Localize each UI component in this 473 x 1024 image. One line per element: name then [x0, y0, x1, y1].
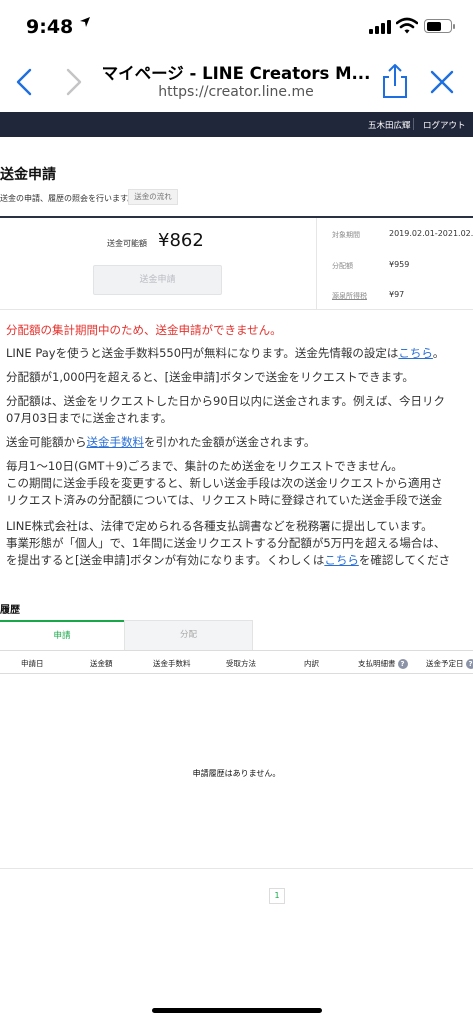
home-indicator[interactable]	[152, 1008, 322, 1013]
fee-text-1: 送金可能額から	[6, 435, 87, 449]
tab-requests[interactable]: 申請	[0, 620, 124, 650]
fee-text-2: を引かれた金額が送金されます。	[144, 435, 316, 449]
column-scheduled-date-label: 送金予定日	[426, 659, 464, 668]
column-statement-label: 支払明細書	[358, 659, 396, 668]
distribution-label: 分配額	[332, 262, 353, 270]
transfer-fee-link[interactable]: 送金手数料	[87, 435, 145, 449]
period-label: 対象期間	[332, 231, 360, 239]
tax-line-3-end: を確認してくださ	[358, 553, 451, 567]
schedule-paragraph: 分配額は、送金をリクエストした日から90日以内に送金されます。例えば、今日リク …	[6, 393, 445, 427]
browser-url[interactable]: https://creator.line.me	[100, 84, 372, 100]
pagination-divider	[0, 868, 473, 869]
period-line-1: 毎月1〜10日(GMT＋9)ごろまで、集計のため送金をリクエストできません。	[6, 459, 403, 473]
period-paragraph: 毎月1〜10日(GMT＋9)ごろまで、集計のため送金をリクエストできません。 こ…	[6, 458, 443, 509]
back-button[interactable]	[10, 64, 40, 100]
withholding-tax-value: ¥97	[389, 290, 405, 299]
line-pay-end: 。	[432, 346, 445, 360]
tax-line-1: LINE株式会社は、法律で定められる各種支払調書などを税務署に提出しています。	[6, 519, 433, 533]
user-name[interactable]: 五木田広輝	[368, 119, 411, 131]
column-amount: 送金額	[90, 659, 113, 668]
summary-divider	[316, 218, 317, 310]
help-icon[interactable]: ?	[397, 659, 408, 669]
tax-line-3: を提出すると[送金申請]ボタンが有効になります。くわしくはこちらを確認してくださ	[6, 552, 450, 569]
line-pay-paragraph: LINE Payを使うと送金手数料550円が無料になります。送金先情報の設定はこ…	[6, 345, 444, 362]
status-time: 9:48	[26, 16, 74, 38]
close-icon[interactable]	[430, 70, 454, 94]
withholding-tax-link[interactable]: 源泉所得税	[332, 291, 367, 301]
period-line-2: この期間に送金手段を変更すると、新しい送金手段は次の送金リクエストから適用さ	[6, 476, 443, 490]
browser-toolbar: マイページ - LINE Creators M... https://creat…	[0, 52, 473, 112]
column-statement: 支払明細書?	[358, 658, 408, 669]
column-fee: 送金手数料	[153, 659, 191, 668]
battery-icon	[424, 19, 455, 33]
help-icon[interactable]: ?	[465, 659, 473, 669]
transfer-summary: 送金可能額 ¥862 送金申請 対象期間 2019.02.01-2021.02.…	[0, 218, 473, 310]
cellular-signal-icon	[369, 20, 391, 34]
notice-message: 分配額の集計期間中のため、送金申請ができません。	[6, 323, 282, 337]
browser-page-title: マイページ - LINE Creators M...	[101, 64, 371, 83]
page-title: 送金申請	[0, 167, 56, 183]
tax-line-2: 事業形態が「個人」で、1年間に送金リクエストする分配額が5万円を超える場合は、	[6, 536, 446, 550]
available-amount-label: 送金可能額	[107, 239, 147, 248]
period-line-3: リクエスト済みの分配額については、リクエスト時に登録されていた送金手段で送金	[6, 493, 443, 507]
location-arrow-icon	[79, 16, 91, 32]
fee-paragraph: 送金可能額から送金手数料を引かれた金額が送金されます。	[6, 434, 315, 451]
available-amount-value: ¥862	[158, 230, 204, 251]
line-pay-text: LINE Payを使うと送金手数料550円が無料になります。送金先情報の設定は	[6, 346, 399, 360]
period-value: 2019.02.01-2021.02.	[389, 229, 473, 238]
transfer-flow-button[interactable]: 送金の流れ	[128, 189, 178, 205]
schedule-line-1: 分配額は、送金をリクエストした日から90日以内に送金されます。例えば、今日リク	[6, 394, 445, 408]
forward-button[interactable]	[58, 64, 88, 100]
schedule-line-2: 07月03日までに送金されます。	[6, 411, 173, 425]
tax-paragraph: LINE株式会社は、法律で定められる各種支払調書などを税務署に提出しています。 …	[6, 518, 450, 569]
tab-distributions[interactable]: 分配	[124, 620, 253, 650]
history-title: 履歴	[0, 605, 20, 616]
wifi-icon	[395, 17, 419, 35]
history-table-header: 申請日 送金額 送金手数料 受取方法 内訳 支払明細書? 送金予定日?	[0, 650, 473, 674]
share-icon[interactable]	[380, 62, 410, 100]
site-header: 五木田広輝 ログアウト	[0, 112, 473, 137]
pagination-page-1[interactable]: 1	[269, 888, 285, 904]
column-breakdown: 内訳	[304, 659, 319, 668]
status-bar: 9:48	[0, 0, 473, 52]
header-divider	[413, 118, 414, 130]
details-link[interactable]: こちら	[324, 553, 359, 567]
column-method: 受取方法	[226, 659, 256, 668]
column-request-date: 申請日	[21, 659, 44, 668]
distribution-value: ¥959	[389, 260, 410, 269]
threshold-paragraph: 分配額が1,000円を超えると、[送金申請]ボタンで送金をリクエストできます。	[6, 370, 414, 384]
empty-history-message: 申請履歴はありません。	[192, 769, 281, 778]
tax-line-3-text: を提出すると[送金申請]ボタンが有効になります。くわしくは	[6, 553, 325, 567]
settings-link[interactable]: こちら	[398, 346, 433, 360]
logout-link[interactable]: ログアウト	[423, 119, 466, 131]
column-scheduled-date: 送金予定日?	[426, 658, 473, 669]
send-request-button[interactable]: 送金申請	[93, 265, 222, 295]
page-description: 送金の申請、履歴の照会を行います。	[0, 194, 136, 203]
